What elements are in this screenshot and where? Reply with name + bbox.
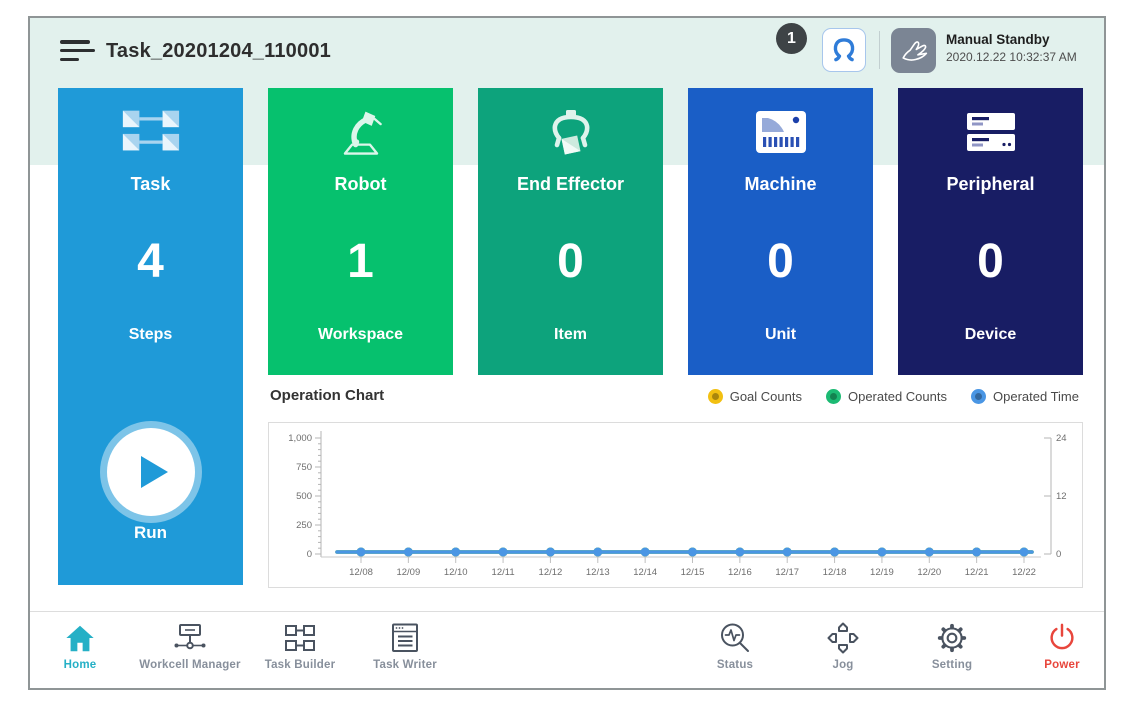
svg-text:750: 750 bbox=[296, 462, 312, 473]
svg-text:24: 24 bbox=[1056, 433, 1067, 444]
app-window: Task_20201204_110001 1 Manual Standby 20… bbox=[28, 16, 1106, 690]
svg-text:12/22: 12/22 bbox=[1012, 567, 1036, 578]
power-icon bbox=[1046, 621, 1078, 655]
manual-hand-icon bbox=[897, 34, 931, 68]
nav-item-power[interactable]: Power bbox=[992, 620, 1106, 671]
machine-icon bbox=[753, 108, 809, 156]
legend-label: Goal Counts bbox=[730, 389, 802, 404]
home-icon bbox=[64, 623, 96, 654]
goal-counts-dot-icon bbox=[708, 389, 723, 404]
task-writer-icon bbox=[388, 622, 422, 654]
status-title: Manual Standby bbox=[946, 31, 1077, 49]
card-peripheral-label: Peripheral bbox=[898, 174, 1083, 195]
hamburger-menu-icon[interactable] bbox=[60, 40, 96, 66]
operated-counts-dot-icon bbox=[826, 389, 841, 404]
svg-text:12/15: 12/15 bbox=[681, 567, 705, 578]
chart-legend: Goal Counts Operated Counts Operated Tim… bbox=[708, 389, 1079, 404]
svg-text:12/21: 12/21 bbox=[965, 567, 989, 578]
card-end-effector[interactable]: End Effector 0 Item bbox=[478, 88, 663, 375]
run-button-label: Run bbox=[58, 523, 243, 543]
svg-text:0: 0 bbox=[1056, 549, 1061, 560]
robot-mode-button[interactable] bbox=[891, 28, 936, 73]
bottom-nav: Home Workcell Manager bbox=[30, 611, 1104, 688]
operation-chart: 0 250 500 750 1,000 12/08 12/09 12/10 12/11 12/12… bbox=[268, 422, 1083, 588]
svg-text:500: 500 bbox=[296, 491, 312, 502]
card-end-effector-unit: Item bbox=[478, 326, 663, 344]
play-icon bbox=[141, 456, 168, 488]
card-task[interactable]: Task 4 Steps Run bbox=[58, 88, 243, 585]
setting-gear-icon bbox=[935, 621, 969, 655]
workcell-manager-icon bbox=[172, 623, 208, 653]
card-task-value: 4 bbox=[58, 234, 243, 289]
status-datetime: 2020.12.22 10:32:37 AM bbox=[946, 49, 1077, 65]
card-end-effector-value: 0 bbox=[478, 234, 663, 289]
card-task-unit: Steps bbox=[58, 326, 243, 344]
svg-text:1,000: 1,000 bbox=[288, 433, 312, 444]
jog-dpad-icon bbox=[826, 621, 860, 655]
status-block: Manual Standby 2020.12.22 10:32:37 AM bbox=[946, 31, 1077, 65]
card-robot[interactable]: Robot 1 Workspace bbox=[268, 88, 453, 375]
svg-text:12/12: 12/12 bbox=[539, 567, 563, 578]
legend-item-goal-counts: Goal Counts bbox=[708, 389, 802, 404]
svg-text:12/20: 12/20 bbox=[917, 567, 941, 578]
nav-label: Task Writer bbox=[335, 659, 475, 671]
svg-text:12/10: 12/10 bbox=[444, 567, 468, 578]
svg-text:12/08: 12/08 bbox=[349, 567, 373, 578]
card-peripheral-unit: Device bbox=[898, 326, 1083, 344]
card-task-label: Task bbox=[58, 174, 243, 195]
nav-label: Power bbox=[992, 659, 1106, 671]
notification-badge[interactable]: 1 bbox=[776, 23, 807, 54]
svg-text:12/17: 12/17 bbox=[775, 567, 799, 578]
svg-text:12/18: 12/18 bbox=[823, 567, 847, 578]
header-divider bbox=[879, 31, 880, 69]
svg-text:12/14: 12/14 bbox=[633, 567, 657, 578]
end-effector-button[interactable] bbox=[822, 28, 866, 72]
gripper-item-icon bbox=[545, 108, 597, 160]
card-machine-value: 0 bbox=[688, 234, 873, 289]
card-machine[interactable]: Machine 0 Unit bbox=[688, 88, 873, 375]
svg-text:250: 250 bbox=[296, 520, 312, 531]
task-steps-icon bbox=[120, 108, 182, 154]
svg-text:0: 0 bbox=[307, 549, 312, 560]
peripheral-icon bbox=[963, 108, 1019, 156]
robot-arm-icon bbox=[332, 108, 390, 158]
card-robot-value: 1 bbox=[268, 234, 453, 289]
gripper-icon bbox=[827, 33, 861, 67]
svg-text:12/19: 12/19 bbox=[870, 567, 894, 578]
card-peripheral[interactable]: Peripheral 0 Device bbox=[898, 88, 1083, 375]
legend-item-operated-time: Operated Time bbox=[971, 389, 1079, 404]
svg-text:12/11: 12/11 bbox=[492, 567, 515, 578]
page-title: Task_20201204_110001 bbox=[106, 40, 331, 63]
legend-item-operated-counts: Operated Counts bbox=[826, 389, 947, 404]
card-machine-label: Machine bbox=[688, 174, 873, 195]
legend-label: Operated Time bbox=[993, 389, 1079, 404]
task-builder-icon bbox=[283, 623, 317, 653]
legend-label: Operated Counts bbox=[848, 389, 947, 404]
card-end-effector-label: End Effector bbox=[478, 174, 663, 195]
chart-canvas: 0 250 500 750 1,000 12/08 12/09 12/10 12/11 12/12… bbox=[269, 423, 1082, 587]
card-robot-label: Robot bbox=[268, 174, 453, 195]
card-peripheral-value: 0 bbox=[898, 234, 1083, 289]
run-button[interactable] bbox=[107, 428, 195, 516]
operation-chart-title: Operation Chart bbox=[270, 387, 384, 404]
status-icon bbox=[718, 621, 752, 655]
card-machine-unit: Unit bbox=[688, 326, 873, 344]
operated-time-dot-icon bbox=[971, 389, 986, 404]
svg-text:12: 12 bbox=[1056, 491, 1067, 502]
nav-item-task-writer[interactable]: Task Writer bbox=[335, 620, 475, 671]
card-robot-unit: Workspace bbox=[268, 326, 453, 344]
svg-text:12/13: 12/13 bbox=[586, 567, 610, 578]
svg-text:12/16: 12/16 bbox=[728, 567, 752, 578]
svg-text:12/09: 12/09 bbox=[396, 567, 420, 578]
